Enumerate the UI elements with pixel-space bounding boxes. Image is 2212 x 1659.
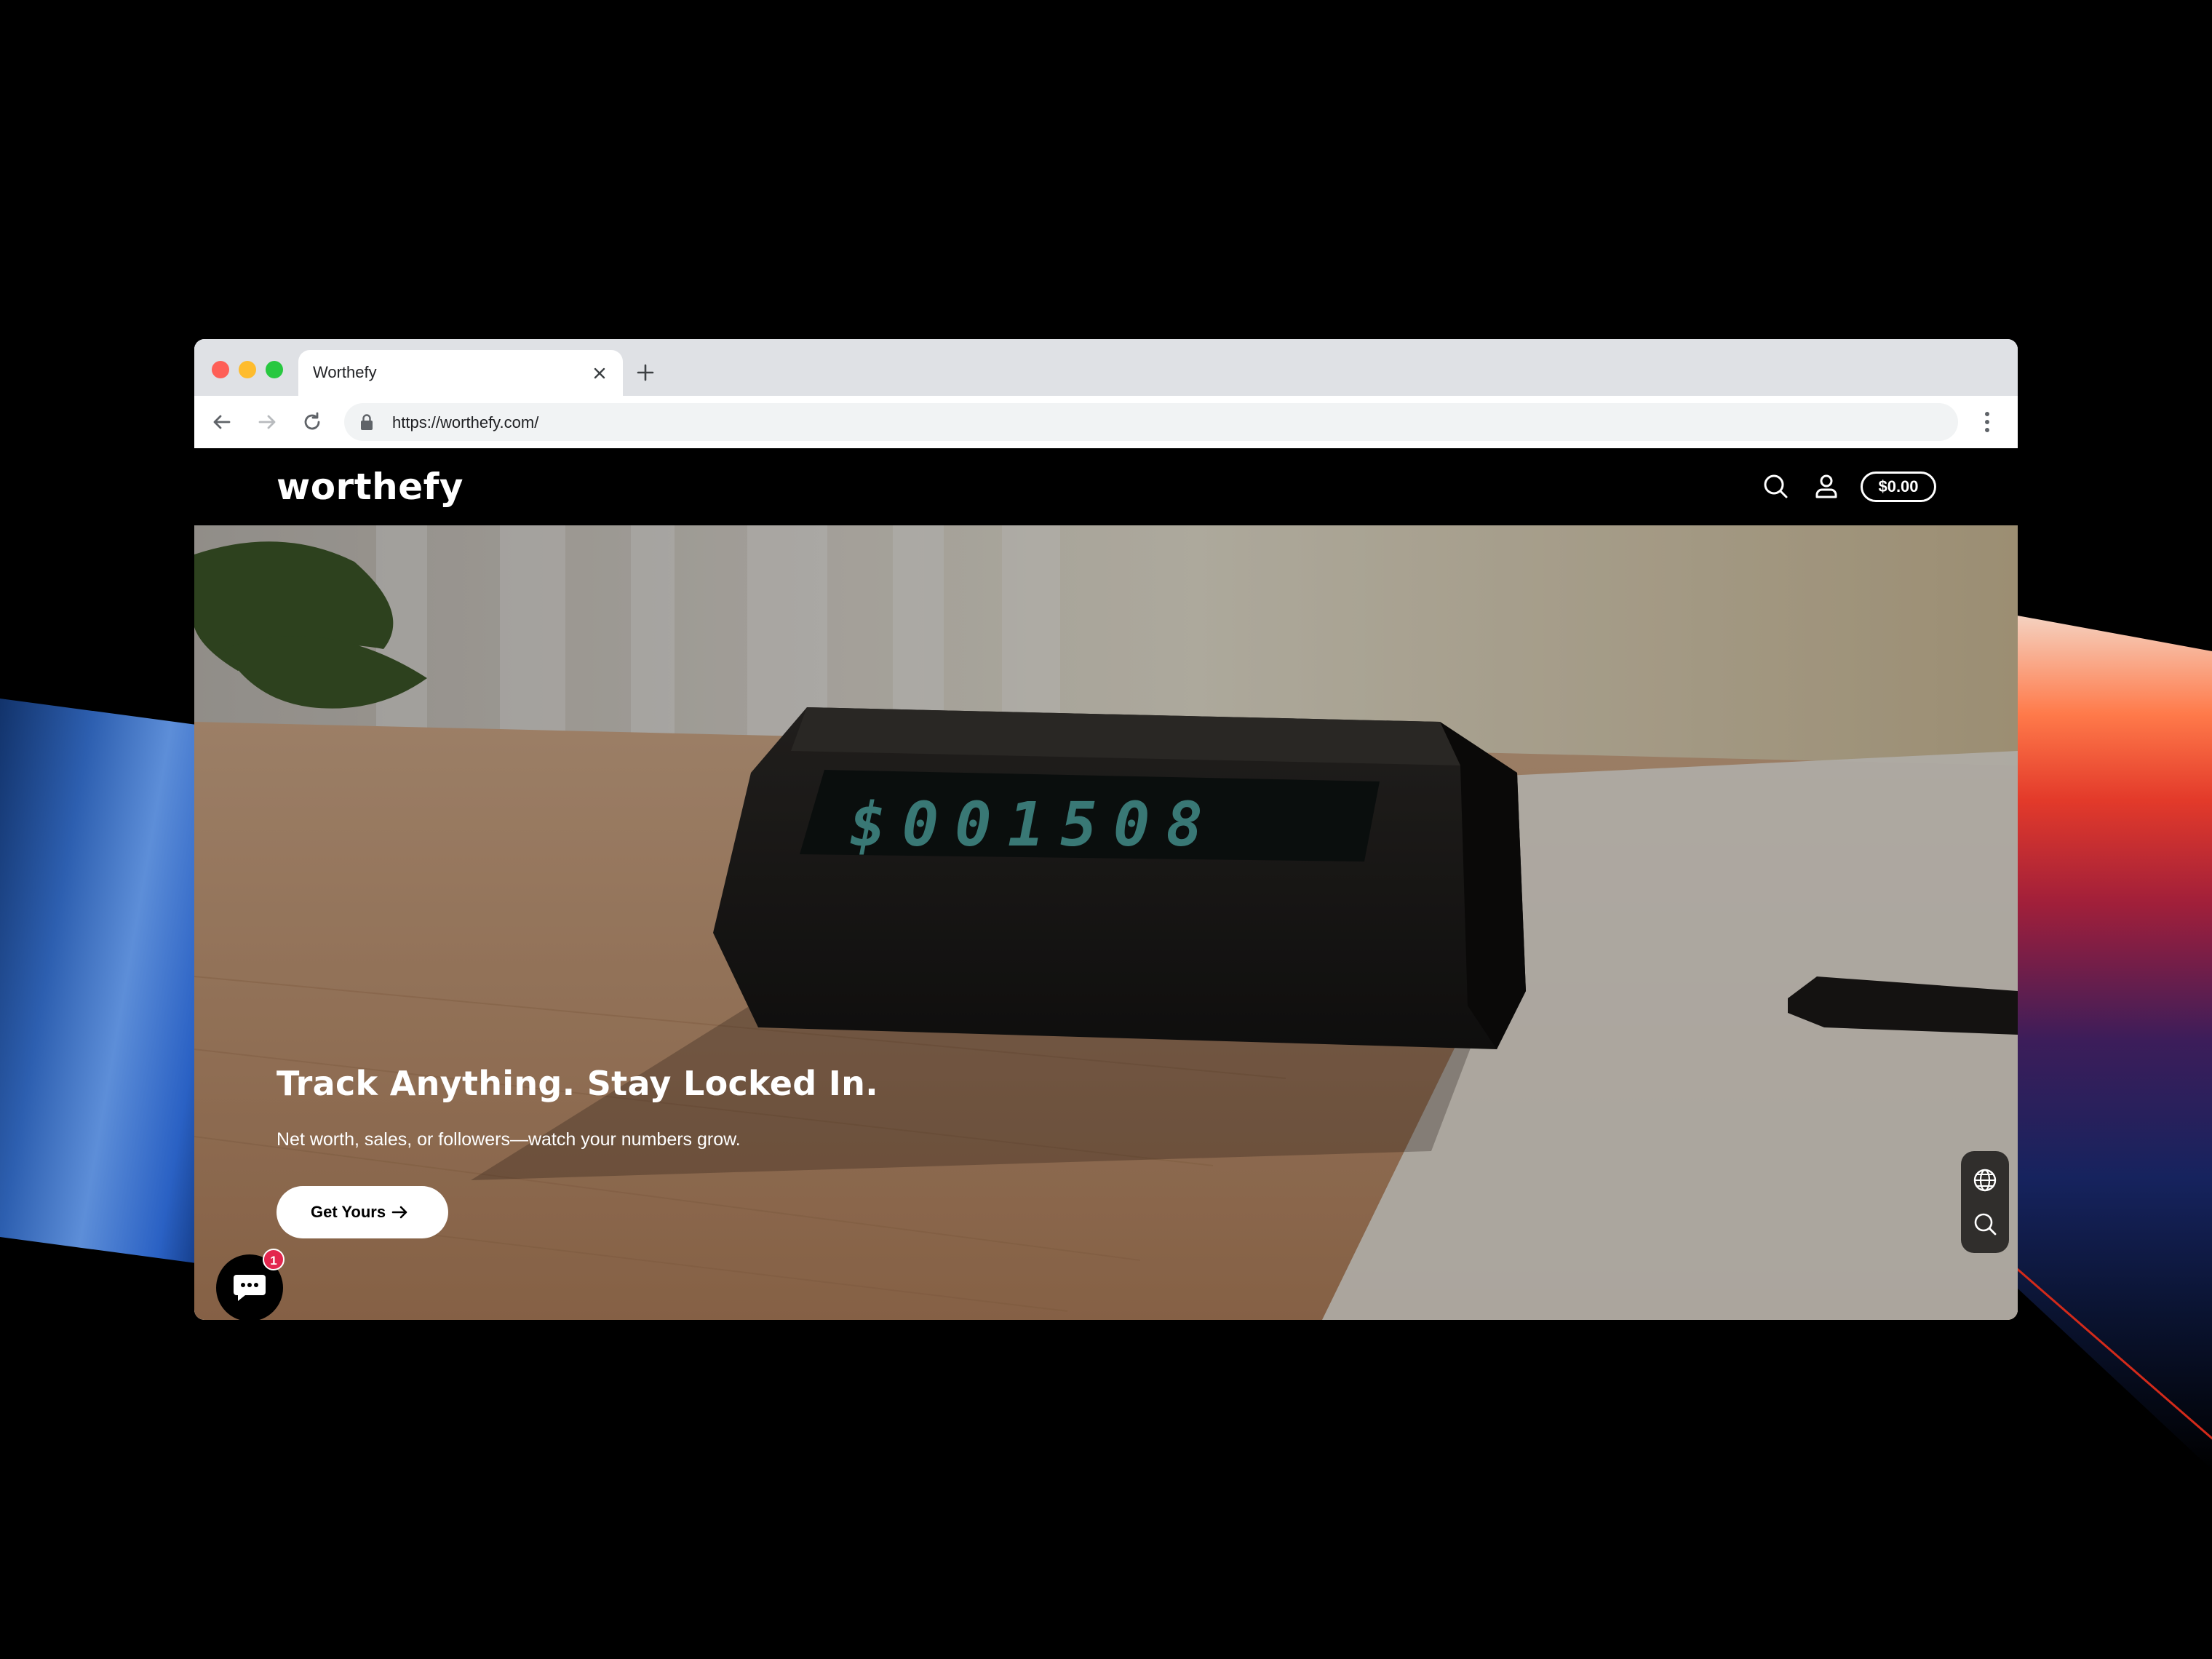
browser-window: Worthefy https://worthefy.com/ worthefy … — [194, 339, 2018, 1320]
get-yours-button[interactable]: Get Yours — [276, 1186, 448, 1238]
floating-tools — [1961, 1151, 2009, 1253]
page-viewport: worthefy $0.00 $001508 Track Anything. S… — [194, 448, 2018, 1320]
search-icon[interactable] — [1972, 1211, 1998, 1237]
window-minimize-button[interactable] — [239, 361, 256, 378]
globe-icon[interactable] — [1972, 1167, 1998, 1193]
hero-title: Track Anything. Stay Locked In. — [276, 1064, 878, 1103]
search-icon[interactable] — [1761, 472, 1790, 501]
tab-title: Worthefy — [313, 363, 377, 381]
cart-button[interactable]: $0.00 — [1861, 472, 1936, 502]
chat-icon — [234, 1275, 266, 1301]
browser-toolbar: https://worthefy.com/ — [194, 396, 2018, 448]
get-yours-label: Get Yours — [311, 1203, 386, 1221]
url-text: https://worthefy.com/ — [392, 413, 539, 431]
close-icon[interactable] — [589, 363, 610, 383]
tab-worthefy[interactable]: Worthefy — [298, 350, 623, 396]
hero-overlay — [194, 525, 2018, 1320]
hero-banner: $001508 Track Anything. Stay Locked In. … — [194, 525, 2018, 1320]
window-close-button[interactable] — [212, 361, 229, 378]
reload-icon[interactable] — [301, 410, 324, 434]
address-bar[interactable]: https://worthefy.com/ — [344, 403, 1958, 441]
hero-subtitle: Net worth, sales, or followers—watch you… — [276, 1129, 741, 1150]
wallpaper-left — [0, 699, 218, 1266]
back-arrow-icon[interactable] — [210, 410, 234, 434]
site-header: worthefy $0.00 — [194, 448, 2018, 525]
arrow-right-icon — [391, 1206, 407, 1219]
account-icon[interactable] — [1812, 472, 1841, 501]
new-tab-icon[interactable] — [635, 362, 656, 383]
chat-notification-badge: 1 — [263, 1249, 285, 1270]
tab-bar: Worthefy — [194, 339, 2018, 396]
wallpaper-right — [1994, 611, 2212, 1470]
window-maximize-button[interactable] — [266, 361, 283, 378]
site-logo[interactable]: worthefy — [276, 466, 464, 508]
browser-menu-icon[interactable] — [1983, 409, 1992, 435]
lock-icon — [361, 414, 373, 430]
forward-arrow-icon[interactable] — [255, 410, 279, 434]
